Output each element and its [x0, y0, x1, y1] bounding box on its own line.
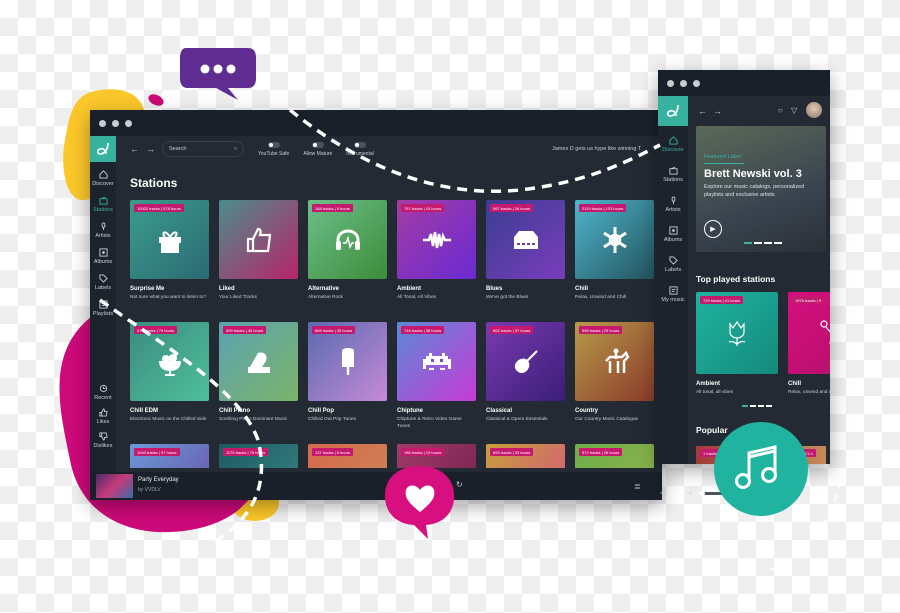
heart-bubble-icon [384, 466, 455, 539]
music-note-icon [714, 422, 808, 516]
